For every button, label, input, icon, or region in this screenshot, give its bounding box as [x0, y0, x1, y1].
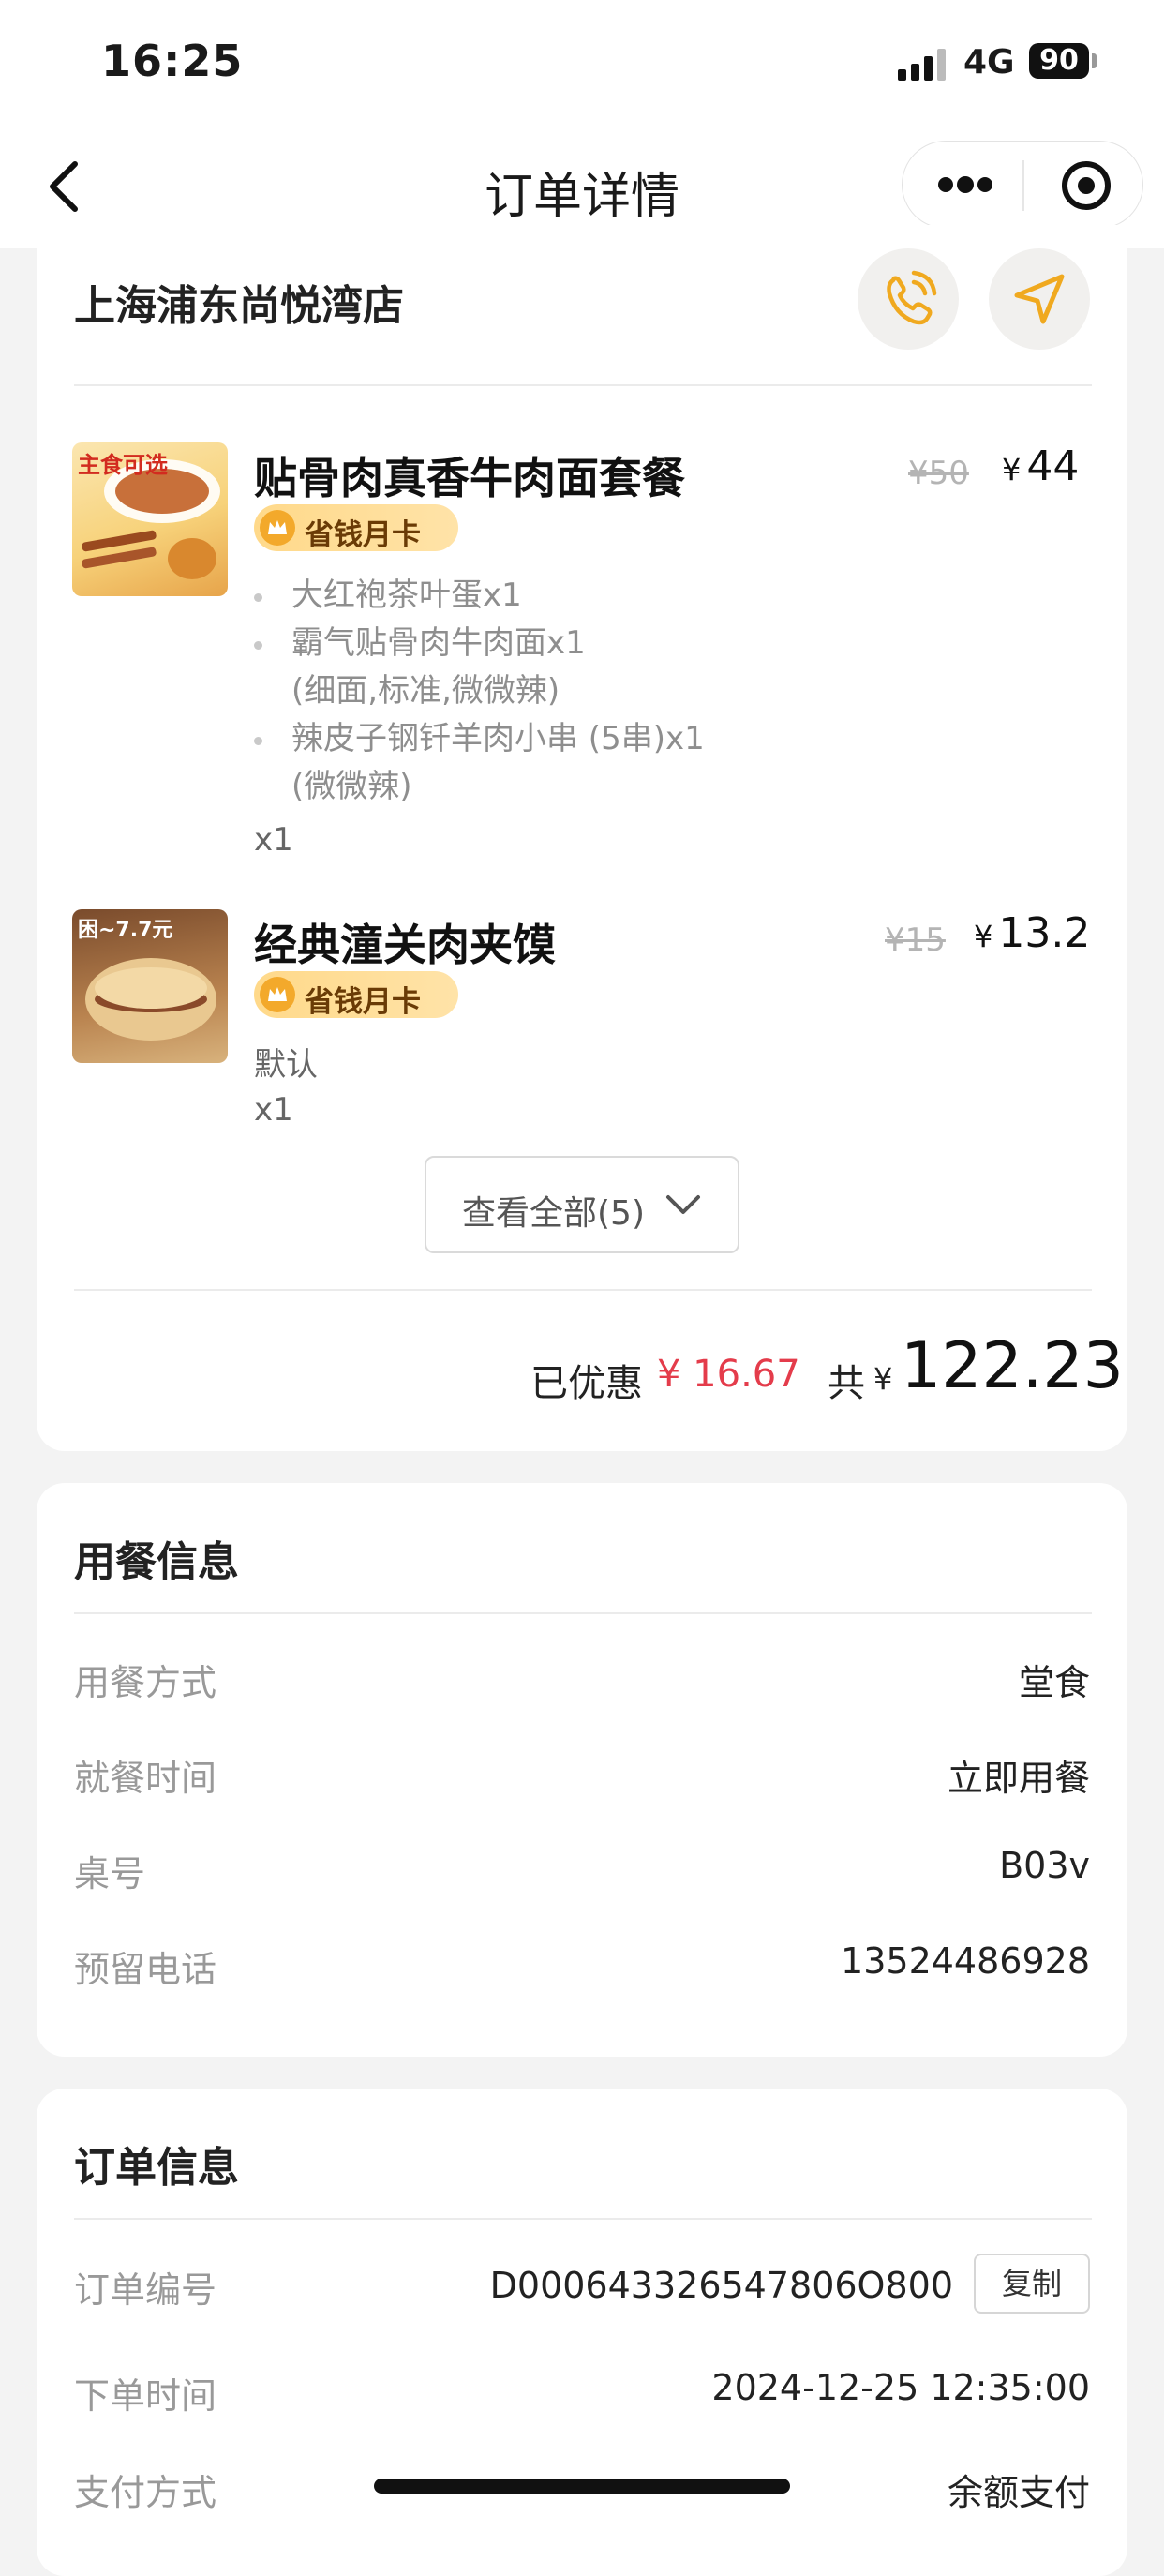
battery-icon: 90: [1029, 43, 1089, 79]
mini-program-capsule: [902, 141, 1143, 229]
price-value: 44: [1026, 442, 1080, 490]
discount-value: ¥ 16.67: [657, 1353, 800, 1396]
total-currency: ¥: [873, 1361, 893, 1397]
reserved-phone-label: 预留电话: [74, 1949, 217, 1990]
payment-method-label: 支付方式: [74, 2472, 217, 2513]
order-time-value: 2024-12-25 12:35:00: [711, 2367, 1090, 2408]
navigate-button[interactable]: [989, 248, 1090, 350]
phone-icon: [887, 270, 937, 325]
item-thumbnail: 主食可选: [72, 442, 228, 596]
section-title: 用餐信息: [74, 1538, 239, 1586]
view-all-button[interactable]: 查看全部(5): [425, 1156, 739, 1253]
badge-label: 省钱月卡: [305, 985, 421, 1019]
price-value: 13.2: [998, 909, 1091, 957]
table-number-value: B03v: [999, 1845, 1090, 1886]
item-spec: 默认: [254, 1046, 318, 1084]
home-indicator[interactable]: [374, 2479, 790, 2494]
item-qty: x1: [254, 821, 293, 859]
crown-icon: [260, 977, 295, 1012]
sub-item: 辣皮子钢钎羊肉小串 (5串)x1: [291, 720, 705, 757]
close-miniprogram-icon[interactable]: [1062, 161, 1111, 210]
sub-item: 大红袍茶叶蛋x1: [291, 577, 522, 614]
discount-label: 已优惠: [530, 1362, 643, 1405]
thumb-tag: 主食可选: [78, 452, 168, 478]
status-time: 16:25: [101, 36, 244, 86]
divider: [74, 384, 1092, 386]
item-name: 贴骨肉真香牛肉面套餐: [254, 453, 685, 503]
dining-time-label: 就餐时间: [74, 1758, 217, 1799]
original-price: ¥15: [885, 921, 946, 959]
phone-call-button[interactable]: [858, 248, 959, 350]
chevron-down-icon: [666, 1195, 700, 1214]
divider: [74, 1612, 1092, 1614]
thumb-tag: 困~7.7元: [78, 919, 173, 942]
bullet: [254, 593, 262, 602]
item-price: ¥44: [1002, 442, 1079, 490]
sub-item: 霸气贴骨肉牛肉面x1: [291, 624, 586, 662]
currency-symbol: ¥: [1002, 452, 1022, 487]
more-icon[interactable]: [938, 176, 992, 194]
sub-item-note: (微微辣): [291, 768, 412, 805]
item-price: ¥13.2: [974, 909, 1090, 957]
item-qty: x1: [254, 1091, 293, 1129]
capsule-divider: [1022, 160, 1024, 211]
store-name: 上海浦东尚悦湾店: [74, 282, 404, 330]
navigation-arrow-icon: [1014, 274, 1065, 324]
order-number-value: D000643326547806O800: [489, 2265, 953, 2306]
monthly-card-badge: 省钱月卡: [254, 971, 458, 1019]
dining-time-value: 立即用餐: [947, 1758, 1090, 1799]
bullet: [254, 737, 262, 745]
crown-icon: [260, 510, 295, 546]
section-title: 订单信息: [74, 2144, 239, 2192]
dining-info-card: 用餐信息 用餐方式 堂食 就餐时间 立即用餐 桌号 B03v 预留电话 1352…: [37, 1483, 1127, 2057]
divider: [74, 2218, 1092, 2220]
dining-mode-value: 堂食: [1018, 1662, 1090, 1703]
order-time-label: 下单时间: [74, 2375, 217, 2417]
network-type: 4G: [963, 43, 1015, 82]
order-info-card: 订单信息 订单编号 D000643326547806O800 复制 下单时间 2…: [37, 2089, 1127, 2576]
item-name: 经典潼关肉夹馍: [254, 920, 556, 970]
original-price: ¥50: [908, 455, 969, 492]
sub-item-note: (细面,标准,微微辣): [291, 672, 560, 710]
total-amount: 122.23: [901, 1329, 1124, 1403]
monthly-card-badge: 省钱月卡: [254, 504, 458, 552]
view-all-label: 查看全部(5): [462, 1194, 645, 1233]
status-bar: 16:25 4G 90: [0, 0, 1164, 127]
payment-method-value: 余额支付: [947, 2472, 1090, 2513]
divider: [74, 1289, 1092, 1291]
reserved-phone-value: 13524486928: [841, 1940, 1090, 1982]
currency-symbol: ¥: [974, 919, 993, 954]
item-thumbnail: 困~7.7元: [72, 909, 228, 1063]
badge-label: 省钱月卡: [305, 518, 421, 552]
signal-icon: [898, 49, 947, 81]
order-items-card: 上海浦东尚悦湾店 主食可选 贴骨肉真香牛肉面套餐 省钱月卡 ¥50 ¥44 大红…: [37, 225, 1127, 1451]
bullet: [254, 641, 262, 650]
dining-mode-label: 用餐方式: [74, 1662, 217, 1703]
table-number-label: 桌号: [74, 1853, 146, 1895]
copy-button[interactable]: 复制: [974, 2254, 1090, 2314]
order-number-label: 订单编号: [74, 2269, 217, 2311]
total-label: 共: [828, 1362, 865, 1405]
battery-tip: [1092, 53, 1097, 68]
